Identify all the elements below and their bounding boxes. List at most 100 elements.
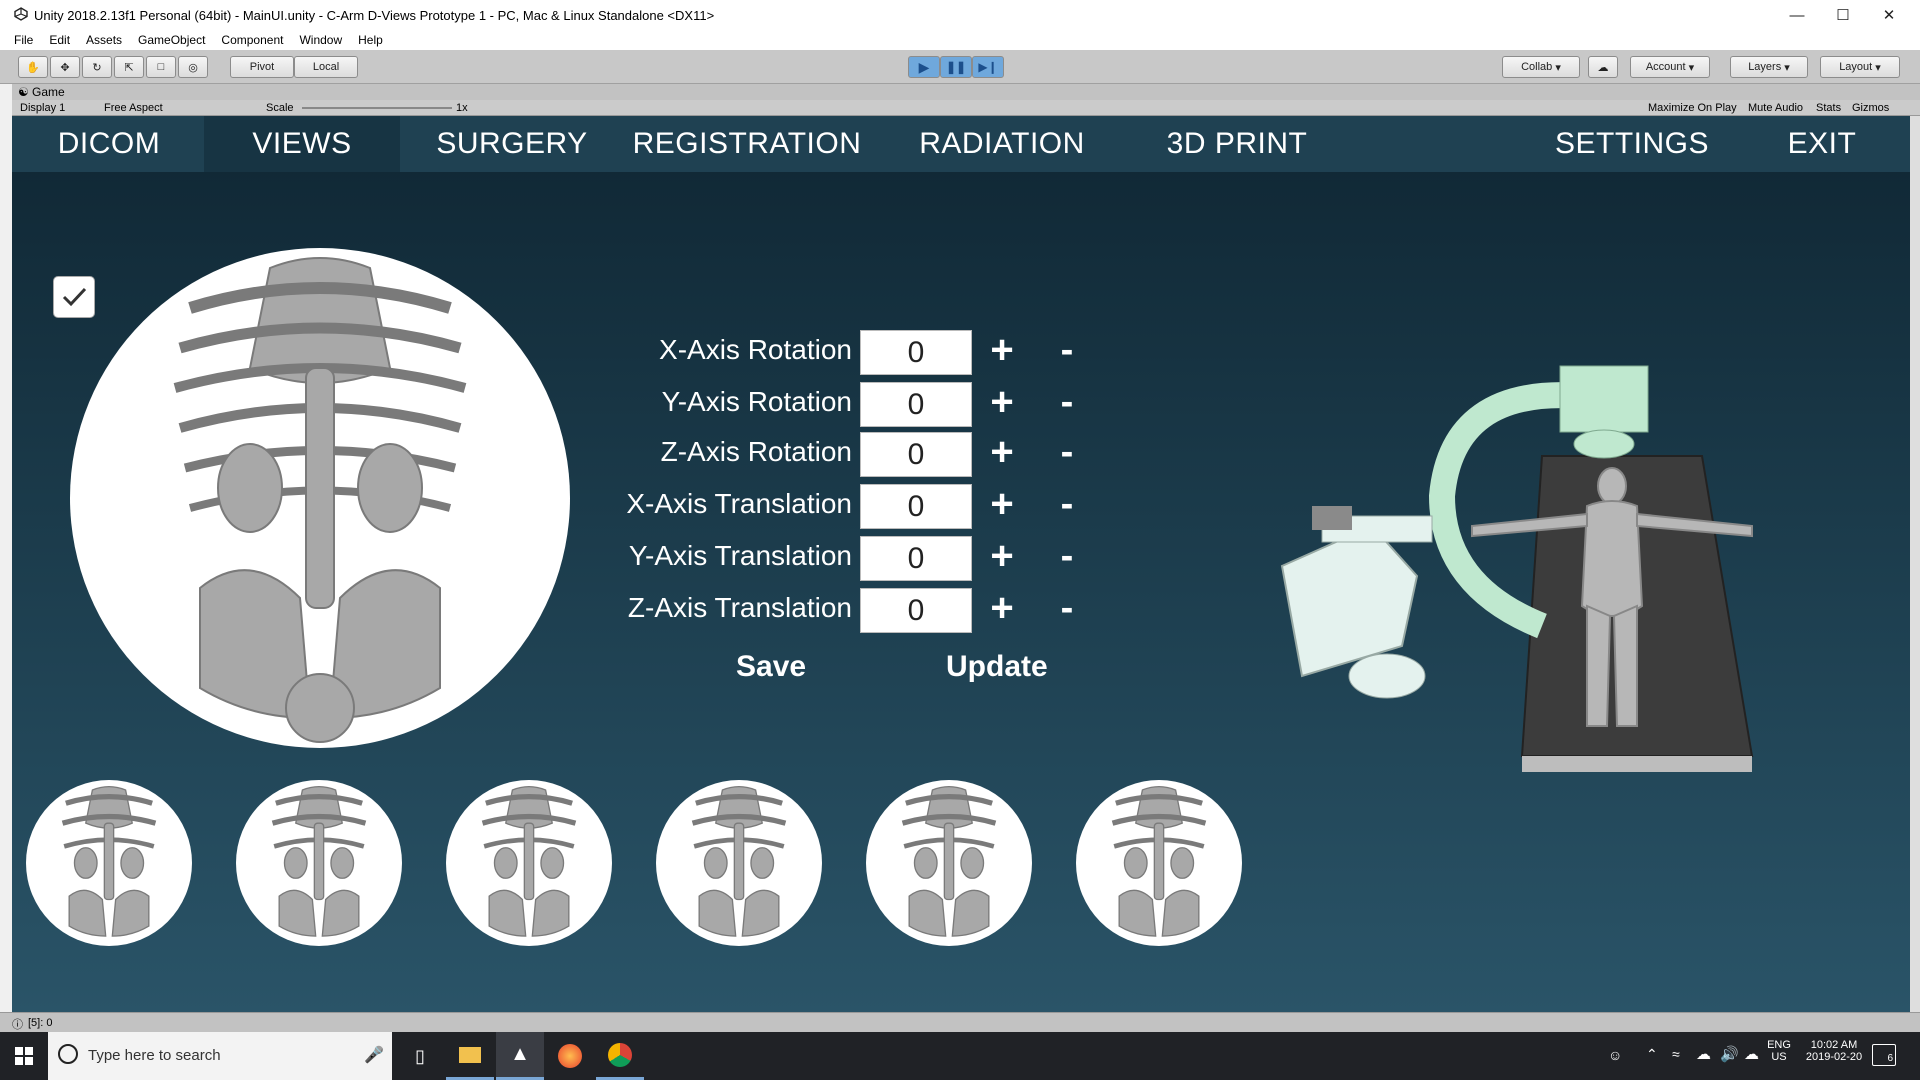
aspect-select[interactable]: Free Aspect (104, 102, 163, 114)
account-button[interactable]: Account ▾ (1630, 56, 1710, 78)
pause-button[interactable]: ❚❚ (940, 56, 972, 78)
chrome-icon[interactable] (596, 1032, 644, 1080)
windows-start-icon[interactable] (0, 1032, 48, 1080)
menu-help[interactable]: Help (350, 30, 391, 47)
mute-audio-toggle[interactable]: Mute Audio (1748, 102, 1803, 114)
game-view-bar: Display 1 Free Aspect Scale 1x Maximize … (12, 100, 1920, 116)
people-icon[interactable]: ☺ (1608, 1047, 1622, 1063)
scale-tool-icon[interactable]: ⇱ (114, 56, 144, 78)
nav-radiation[interactable]: RADIATION (902, 116, 1102, 172)
x-rotation-minus-button[interactable]: - (1052, 330, 1082, 370)
clock[interactable]: 10:02 AM 2019-02-20 (1798, 1039, 1870, 1063)
nav-views[interactable]: VIEWS (204, 116, 400, 172)
pivot-button[interactable]: Pivot (230, 56, 294, 78)
menu-edit[interactable]: Edit (41, 30, 78, 47)
unity-taskbar-icon[interactable]: ▲ (496, 1032, 544, 1080)
onedrive-icon[interactable]: ☁ (1696, 1045, 1711, 1063)
main-ct-view[interactable] (70, 248, 570, 748)
c-arm-3d-view[interactable] (1242, 336, 1782, 776)
thumbnail-view[interactable] (866, 780, 1032, 946)
volume-icon[interactable]: 🔊 (1720, 1045, 1739, 1063)
nav-settings[interactable]: SETTINGS (1532, 116, 1732, 172)
nav-registration[interactable]: REGISTRATION (622, 116, 872, 172)
x-translation-plus-button[interactable]: + (982, 484, 1022, 524)
z-translation-plus-button[interactable]: + (982, 588, 1022, 628)
thumbnail-view[interactable] (446, 780, 612, 946)
y-translation-plus-button[interactable]: + (982, 536, 1022, 576)
thumbnail-view[interactable] (1076, 780, 1242, 946)
language-indicator[interactable]: ENG US (1766, 1039, 1792, 1063)
control-label: Z-Axis Translation (627, 592, 852, 623)
menu-window[interactable]: Window (291, 30, 350, 47)
console-status-bar[interactable]: ⓘ [5]: 0 (0, 1012, 1920, 1032)
network-icon[interactable]: ≈ (1672, 1046, 1680, 1062)
maximize-on-play-toggle[interactable]: Maximize On Play (1648, 102, 1737, 114)
close-button[interactable]: ✕ (1866, 0, 1912, 30)
file-explorer-icon[interactable] (446, 1032, 494, 1080)
thumbnail-skeleton-image (481, 785, 577, 937)
cloud-icon[interactable]: ☁ (1588, 56, 1618, 78)
thumbnail-view[interactable] (656, 780, 822, 946)
layout-button[interactable]: Layout ▾ (1820, 56, 1900, 78)
x-rotation-field[interactable]: 0 (860, 330, 972, 375)
menu-gameobject[interactable]: GameObject (130, 30, 213, 47)
thumbnail-view[interactable] (26, 780, 192, 946)
y-rotation-field[interactable]: 0 (860, 382, 972, 427)
transform-tool-icon[interactable]: ◎ (178, 56, 208, 78)
thumbnail-view[interactable] (236, 780, 402, 946)
local-label: Local (312, 61, 340, 73)
x-rotation-plus-button[interactable]: + (982, 330, 1022, 370)
cloud-sync-icon[interactable]: ☁ (1744, 1045, 1759, 1063)
hand-tool-icon[interactable]: ✋ (18, 56, 48, 78)
search-icon (58, 1044, 78, 1064)
thumbnail-skeleton-image (1111, 785, 1207, 937)
z-translation-minus-button[interactable]: - (1052, 588, 1082, 628)
unity-logo-icon (14, 7, 28, 21)
microphone-icon[interactable]: 🎤 (364, 1045, 384, 1065)
nav-surgery[interactable]: SURGERY (414, 116, 610, 172)
nav-exit[interactable]: EXIT (1752, 116, 1892, 172)
minimize-button[interactable]: — (1774, 0, 1820, 30)
step-button[interactable]: ▶❙ (972, 56, 1004, 78)
taskbar-search-box[interactable]: Type here to search 🎤 (48, 1032, 392, 1080)
z-rotation-field[interactable]: 0 (860, 432, 972, 477)
menu-file[interactable]: File (0, 30, 41, 47)
vertical-scrollbar[interactable] (1910, 116, 1920, 1012)
z-translation-field[interactable]: 0 (860, 588, 972, 633)
y-rotation-minus-button[interactable]: - (1052, 382, 1082, 422)
play-button[interactable]: ▶ (908, 56, 940, 78)
save-button[interactable]: Save (736, 650, 806, 684)
x-translation-field[interactable]: 0 (860, 484, 972, 529)
y-rotation-plus-button[interactable]: + (982, 382, 1022, 422)
z-rotation-minus-button[interactable]: - (1052, 432, 1082, 472)
y-translation-field[interactable]: 0 (860, 536, 972, 581)
rotate-tool-icon[interactable]: ↻ (82, 56, 112, 78)
display-select[interactable]: Display 1 (20, 102, 65, 114)
menu-assets[interactable]: Assets (78, 30, 130, 47)
game-tab[interactable]: ☯ Game (12, 84, 1920, 100)
play-icon: ▶ (918, 58, 930, 75)
z-rotation-plus-button[interactable]: + (982, 432, 1022, 472)
nav-dicom[interactable]: DICOM (28, 116, 190, 172)
y-translation-minus-button[interactable]: - (1052, 536, 1082, 576)
move-tool-icon[interactable]: ✥ (50, 56, 80, 78)
menu-component[interactable]: Component (213, 30, 291, 47)
gizmos-toggle[interactable]: Gizmos (1852, 102, 1889, 114)
stats-toggle[interactable]: Stats (1816, 102, 1841, 114)
rect-tool-icon[interactable]: □ (146, 56, 176, 78)
update-button[interactable]: Update (946, 650, 1048, 684)
firefox-icon[interactable] (546, 1032, 594, 1080)
maximize-button[interactable]: ☐ (1820, 0, 1866, 30)
layers-button[interactable]: Layers ▾ (1730, 56, 1808, 78)
task-view-icon[interactable]: ▯ (396, 1032, 444, 1080)
nav-3d-print[interactable]: 3D PRINT (1132, 116, 1342, 172)
game-view: DICOM VIEWS SURGERY REGISTRATION RADIATI… (12, 116, 1910, 1016)
x-translation-minus-button[interactable]: - (1052, 484, 1082, 524)
view-checkbox[interactable] (53, 276, 95, 318)
chevron-up-icon[interactable]: ⌃ (1646, 1046, 1658, 1063)
pivot-label: Pivot (249, 61, 275, 73)
notification-center-icon[interactable]: 6 (1872, 1044, 1896, 1066)
local-button[interactable]: Local (294, 56, 358, 78)
scale-slider[interactable] (302, 107, 452, 109)
collab-button[interactable]: Collab ▾ (1502, 56, 1580, 78)
